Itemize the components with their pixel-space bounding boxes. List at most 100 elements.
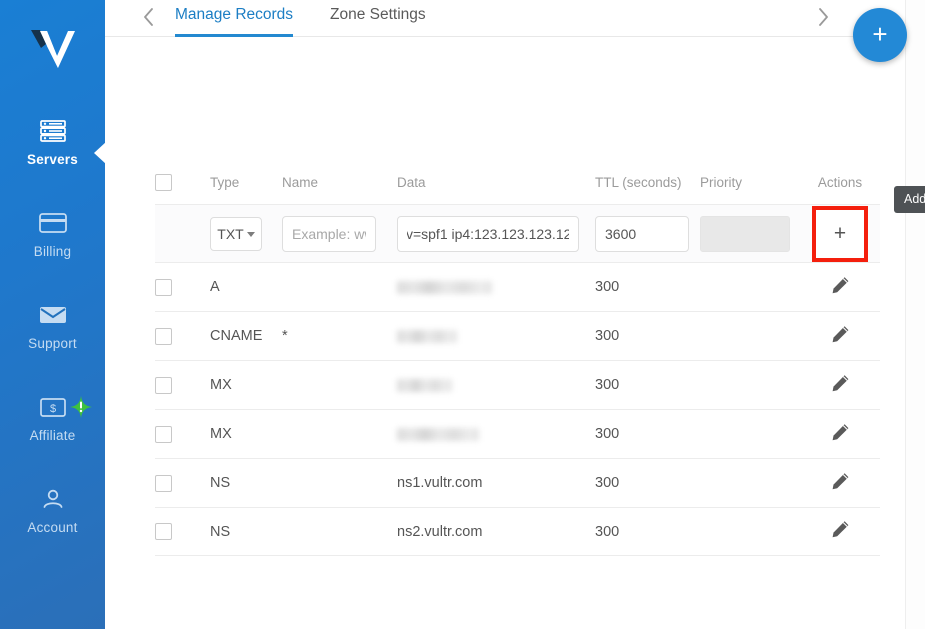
new-record-actions-cell: + <box>800 205 880 262</box>
row-actions-cell <box>800 325 880 348</box>
header-data: Data <box>397 174 426 190</box>
table-row: MX 300 <box>155 409 880 458</box>
table-row: NS ns2.vultr.com 300 <box>155 507 880 556</box>
header-name: Name <box>282 174 319 190</box>
table-body: A 300 CNAME * 300 MX 300 MX 300 NS ns1.vultr.com 30… <box>155 262 880 556</box>
add-floating-button[interactable]: + <box>853 8 907 62</box>
edit-pencil-icon[interactable] <box>831 520 850 543</box>
row-actions-cell <box>800 374 880 397</box>
new-record-data-cell <box>397 215 595 252</box>
row-checkbox[interactable] <box>155 425 172 443</box>
plus-icon: + <box>872 19 888 49</box>
edit-pencil-icon[interactable] <box>831 276 850 299</box>
header-actions: Actions <box>817 174 863 190</box>
active-indicator-arrow <box>94 142 105 164</box>
record-ttl-value: 300 <box>595 426 620 442</box>
tooltip-text: Add Record <box>904 192 925 206</box>
record-data-cell: ns1.vultr.com <box>397 475 595 491</box>
record-name-input[interactable] <box>282 215 376 252</box>
sidebar-item-label: Support <box>28 336 77 351</box>
record-priority-input-disabled <box>700 215 790 252</box>
new-record-priority-cell <box>700 215 800 252</box>
header-ttl: TTL (seconds) <box>595 174 682 190</box>
credit-card-icon <box>0 208 105 238</box>
redacted-data-value <box>397 378 452 392</box>
row-check-cell <box>155 425 210 443</box>
add-record-button[interactable]: + <box>812 205 868 262</box>
row-checkbox[interactable] <box>155 474 172 492</box>
new-record-ttl-cell <box>595 215 700 252</box>
table-row: A 300 <box>155 262 880 311</box>
tab-bar: Manage Records Zone Settings <box>105 0 905 37</box>
new-record-row: TXT + <box>155 204 880 262</box>
row-checkbox[interactable] <box>155 376 172 394</box>
row-check-cell <box>155 523 210 540</box>
edit-pencil-icon[interactable] <box>831 472 850 495</box>
vultr-logo[interactable] <box>0 14 105 80</box>
table-header-row: Type Name Data TTL (seconds) Priority Ac… <box>155 160 880 204</box>
add-record-tooltip: Add Record <box>894 186 925 213</box>
row-check-cell <box>155 474 210 492</box>
row-actions-cell <box>800 276 880 299</box>
redacted-data-value <box>397 427 479 441</box>
record-ttl-value: 300 <box>595 279 620 295</box>
record-data-cell <box>397 427 595 441</box>
sidebar-item-label: Account <box>27 520 78 535</box>
row-checkbox[interactable] <box>155 278 172 296</box>
edit-pencil-icon[interactable] <box>831 374 850 397</box>
sidebar-item-servers[interactable]: Servers <box>0 116 105 167</box>
chevron-right-icon[interactable] <box>810 3 836 31</box>
sidebar-item-label: Affiliate <box>29 428 76 443</box>
row-checkbox[interactable] <box>155 327 172 345</box>
record-data-cell <box>397 280 595 294</box>
new-record-name-cell <box>282 215 397 252</box>
select-all-checkbox[interactable] <box>155 173 172 191</box>
row-actions-cell <box>800 423 880 446</box>
row-check-cell <box>155 278 210 296</box>
row-checkbox[interactable] <box>155 523 172 540</box>
select-all-cell <box>155 173 210 191</box>
record-data-cell <box>397 378 595 392</box>
tab-zone-settings[interactable]: Zone Settings <box>330 0 426 37</box>
app-root: Servers Billing Support $ Affiliate Acco… <box>0 0 925 629</box>
table-row: NS ns1.vultr.com 300 <box>155 458 880 507</box>
person-icon <box>0 484 105 514</box>
header-type: Type <box>210 174 240 190</box>
tab-manage-records[interactable]: Manage Records <box>175 0 294 37</box>
record-type-value: NS <box>210 475 231 491</box>
record-ttl-value: 300 <box>595 523 620 540</box>
record-type-value: MX <box>210 377 232 393</box>
record-type-value: TXT <box>217 225 244 242</box>
sidebar-item-account[interactable]: Account <box>0 484 105 535</box>
edit-pencil-icon[interactable] <box>831 325 850 348</box>
sidebar-item-support[interactable]: Support <box>0 300 105 351</box>
sidebar: Servers Billing Support $ Affiliate Acco… <box>0 0 105 629</box>
chevron-left-icon[interactable] <box>135 3 161 31</box>
svg-text:$: $ <box>49 403 55 415</box>
sidebar-item-billing[interactable]: Billing <box>0 208 105 259</box>
vultr-logo-icon <box>30 30 75 68</box>
main-content: Manage Records Zone Settings + Type Name… <box>105 0 925 629</box>
record-ttl-value: 300 <box>595 475 620 491</box>
row-actions-cell <box>800 520 880 543</box>
record-data-input[interactable] <box>397 215 579 252</box>
record-type-value: A <box>210 279 220 295</box>
right-edge-strip <box>905 0 925 629</box>
record-ttl-input[interactable] <box>595 215 689 252</box>
record-ttl-value: 300 <box>595 328 620 344</box>
affiliate-alert-badge <box>70 396 92 418</box>
record-ttl-value: 300 <box>595 377 620 393</box>
edit-pencil-icon[interactable] <box>831 423 850 446</box>
record-type-value: NS <box>210 523 231 540</box>
servers-icon <box>0 116 105 146</box>
record-data-value: ns1.vultr.com <box>397 475 483 491</box>
row-actions-cell <box>800 472 880 495</box>
new-record-type-cell: TXT <box>210 216 282 251</box>
envelope-icon <box>0 300 105 330</box>
record-type-value: CNAME <box>210 328 263 344</box>
plus-icon: + <box>833 222 847 245</box>
sidebar-item-label: Servers <box>27 152 78 167</box>
record-data-value: ns2.vultr.com <box>397 523 483 540</box>
table-row: CNAME * 300 <box>155 311 880 360</box>
record-type-select[interactable]: TXT <box>210 216 262 251</box>
